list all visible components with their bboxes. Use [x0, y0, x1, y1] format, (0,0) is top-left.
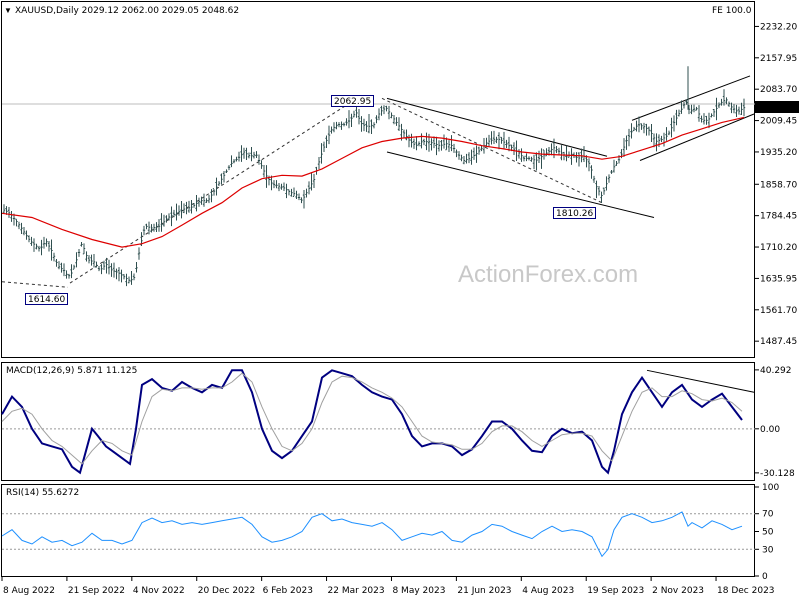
price-y-tick-label: 2083.70 [760, 85, 797, 95]
annotation-low-2: 1614.60 [25, 293, 68, 305]
annotation-high-label: 2062.95 [334, 97, 371, 107]
rsi-panel [1, 484, 755, 577]
macd-y-tick-label: 40.292 [760, 366, 792, 376]
symbol-header: XAUUSD,Daily 2029.12 2062.00 2029.05 204… [15, 6, 239, 16]
x-tick-label: 2 Nov 2023 [652, 586, 704, 596]
price-y-tick-label: 2009.45 [760, 117, 797, 127]
annotation-high: 2062.95 [331, 95, 374, 107]
price-y-tick-label: 2232.20 [760, 22, 797, 32]
current-price-marker: 2048.62 [755, 101, 799, 113]
price-y-tick-label: 1858.70 [760, 180, 797, 190]
price-y-tick-label: 1635.95 [760, 274, 797, 284]
x-tick-label: 8 Aug 2022 [3, 586, 55, 596]
price-y-tick-label: 2157.95 [760, 54, 797, 64]
x-tick-label: 18 Dec 2023 [717, 586, 775, 596]
price-y-tick-label: 1710.20 [760, 243, 797, 253]
macd-y-tick-label: 0.00 [760, 425, 780, 435]
x-axis: 8 Aug 2022 21 Sep 2022 4 Nov 2022 20 Dec 20… [1, 577, 775, 596]
price-y-tick-label: 1935.20 [760, 148, 797, 158]
x-tick-label: 21 Sep 2022 [68, 586, 125, 596]
macd-y-axis: 40.292 0.00 -30.128 [755, 366, 795, 479]
annotation-low-1-label: 1810.26 [556, 209, 593, 219]
rsi-y-tick-label: 30 [762, 545, 774, 555]
x-tick-label: 19 Sep 2023 [587, 586, 644, 596]
fe-label: FE 100.0 [712, 6, 752, 16]
macd-title: MACD(12,26,9) 5.871 11.125 [6, 366, 137, 376]
rsi-title: RSI(14) 55.6272 [6, 488, 79, 498]
x-tick-label: 6 Feb 2023 [263, 586, 313, 596]
x-tick-label: 8 May 2023 [392, 586, 445, 596]
rsi-y-tick-label: 0 [762, 572, 768, 582]
annotation-low-1: 1810.26 [553, 207, 596, 219]
current-price-label: 2048.62 [758, 103, 795, 113]
price-y-tick-label: 1561.70 [760, 306, 797, 316]
x-tick-label: 4 Nov 2022 [133, 586, 185, 596]
x-tick-label: 22 Mar 2023 [328, 586, 385, 596]
forex-chart: ActionForex.com ▼ XAUUSD,Daily 2029.12 2… [1, 1, 799, 596]
price-y-tick-label: 1784.45 [760, 212, 797, 222]
watermark: ActionForex.com [458, 261, 638, 288]
price-y-tick-label: 1487.45 [760, 337, 797, 347]
x-tick-label: 21 Jun 2023 [457, 586, 511, 596]
x-tick-label: 20 Dec 2022 [198, 586, 256, 596]
rsi-y-tick-label: 100 [762, 483, 779, 493]
price-panel [1, 1, 755, 358]
x-tick-label: 4 Aug 2023 [522, 586, 574, 596]
macd-panel [1, 362, 755, 481]
rsi-y-axis: 100 70 50 30 0 [755, 483, 779, 582]
dropdown-triangle-icon[interactable]: ▼ [4, 6, 12, 15]
annotation-low-2-label: 1614.60 [28, 295, 65, 305]
price-y-axis: 2232.20 2157.95 2083.70 2009.45 1935.20 1858.… [755, 22, 797, 347]
rsi-y-tick-label: 70 [762, 510, 774, 520]
rsi-y-tick-label: 50 [762, 528, 774, 538]
macd-y-tick-label: -30.128 [760, 469, 795, 479]
